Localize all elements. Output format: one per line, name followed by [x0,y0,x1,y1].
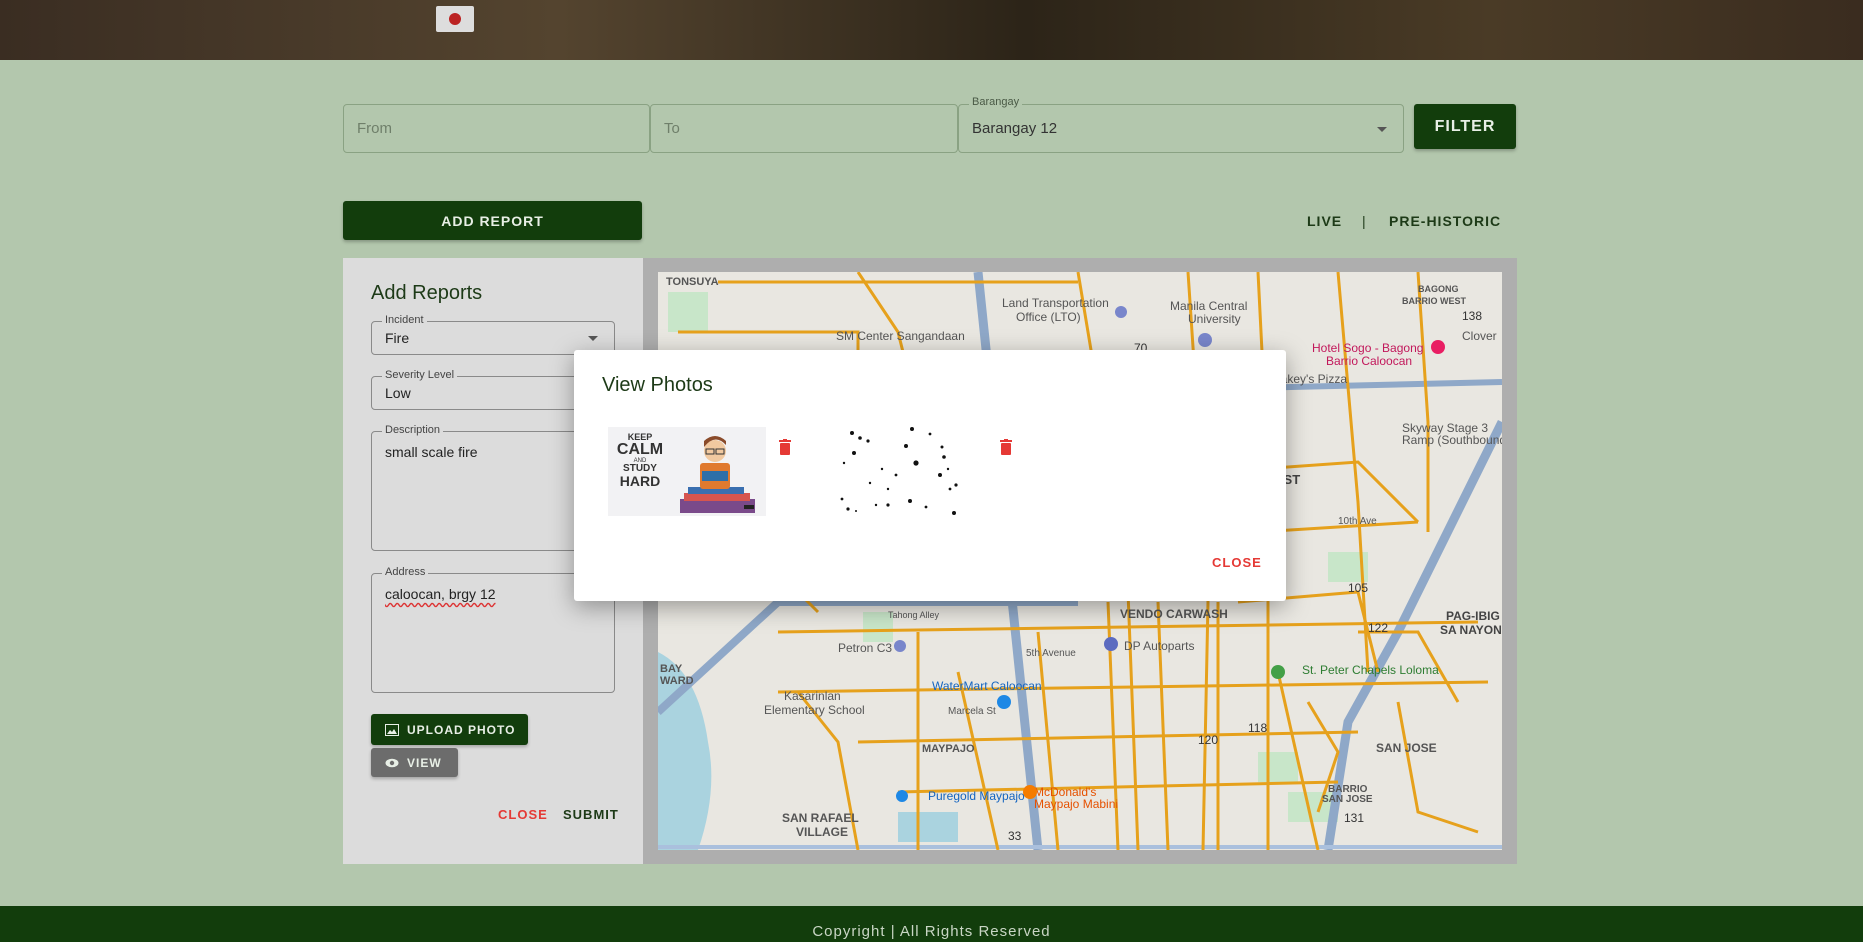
photo-thumbnail[interactable] [830,421,960,521]
dialog-close-button[interactable]: CLOSE [1212,555,1262,570]
delete-photo-icon[interactable] [779,439,791,455]
view-photos-dialog: View Photos KEEP CALM AND STUDY HARD CLO… [574,350,1286,601]
dialog-title: View Photos [602,374,713,396]
delete-photo-icon[interactable] [1000,439,1012,455]
photo-thumbnail[interactable]: KEEP CALM AND STUDY HARD [608,427,766,516]
student-illustration [680,436,755,513]
photo-caption: KEEP CALM AND STUDY HARD [616,432,664,489]
